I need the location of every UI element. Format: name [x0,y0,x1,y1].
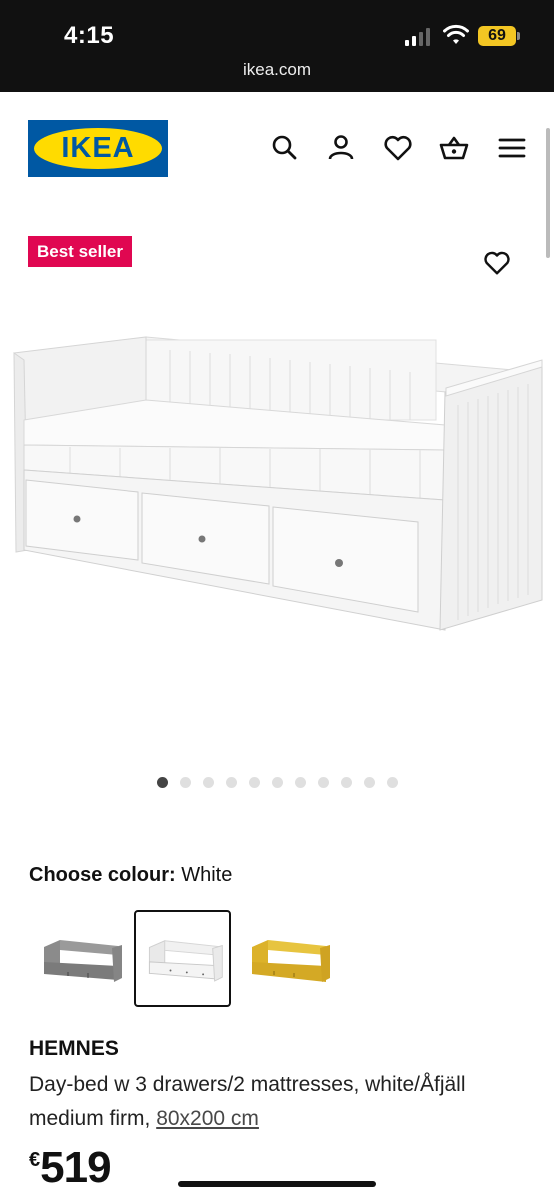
product-name: HEMNES [29,1037,119,1060]
carousel-dot[interactable] [203,777,214,788]
carousel-dot[interactable] [157,777,168,788]
url-bar[interactable]: ikea.com [0,60,554,80]
carousel-dot[interactable] [226,777,237,788]
size-link[interactable]: 80x200 cm [156,1107,259,1130]
colour-swatch-yellow[interactable] [240,910,337,1007]
home-indicator[interactable] [178,1181,376,1187]
menu-icon[interactable] [497,133,527,163]
best-seller-badge: Best seller [28,236,132,267]
product-price: €519 [29,1143,112,1193]
search-icon[interactable] [270,133,300,163]
favourite-heart-icon[interactable] [483,249,511,277]
basket-icon[interactable] [439,133,469,163]
price-amount: 519 [40,1143,111,1192]
colour-swatch-white[interactable] [134,910,231,1007]
colour-selected: White [181,864,233,886]
signal-icon [405,28,430,46]
clock: 4:15 [64,22,115,49]
product-image[interactable] [10,320,544,640]
colour-swatch-grey[interactable] [30,910,127,1007]
wifi-icon [443,24,469,44]
colour-chooser-label: Choose colour: White [29,864,232,887]
heart-icon[interactable] [383,133,413,163]
price-currency: € [29,1149,41,1171]
carousel-dot[interactable] [387,777,398,788]
colour-label: Choose colour: [29,864,176,886]
ikea-logo[interactable]: IKEA [28,120,168,177]
scrollbar[interactable] [546,128,550,258]
logo-text: IKEA [61,132,135,164]
battery-indicator: 69 [478,26,520,46]
carousel-dot[interactable] [318,777,329,788]
carousel-dot[interactable] [249,777,260,788]
carousel-dot[interactable] [180,777,191,788]
carousel-dot[interactable] [341,777,352,788]
carousel-dot[interactable] [364,777,375,788]
carousel-dot[interactable] [295,777,306,788]
carousel-dot[interactable] [272,777,283,788]
product-description: Day-bed w 3 drawers/2 mattresses, white/… [29,1068,539,1136]
account-icon[interactable] [326,133,356,163]
status-bar: 4:15 69 ikea.com [0,0,554,92]
